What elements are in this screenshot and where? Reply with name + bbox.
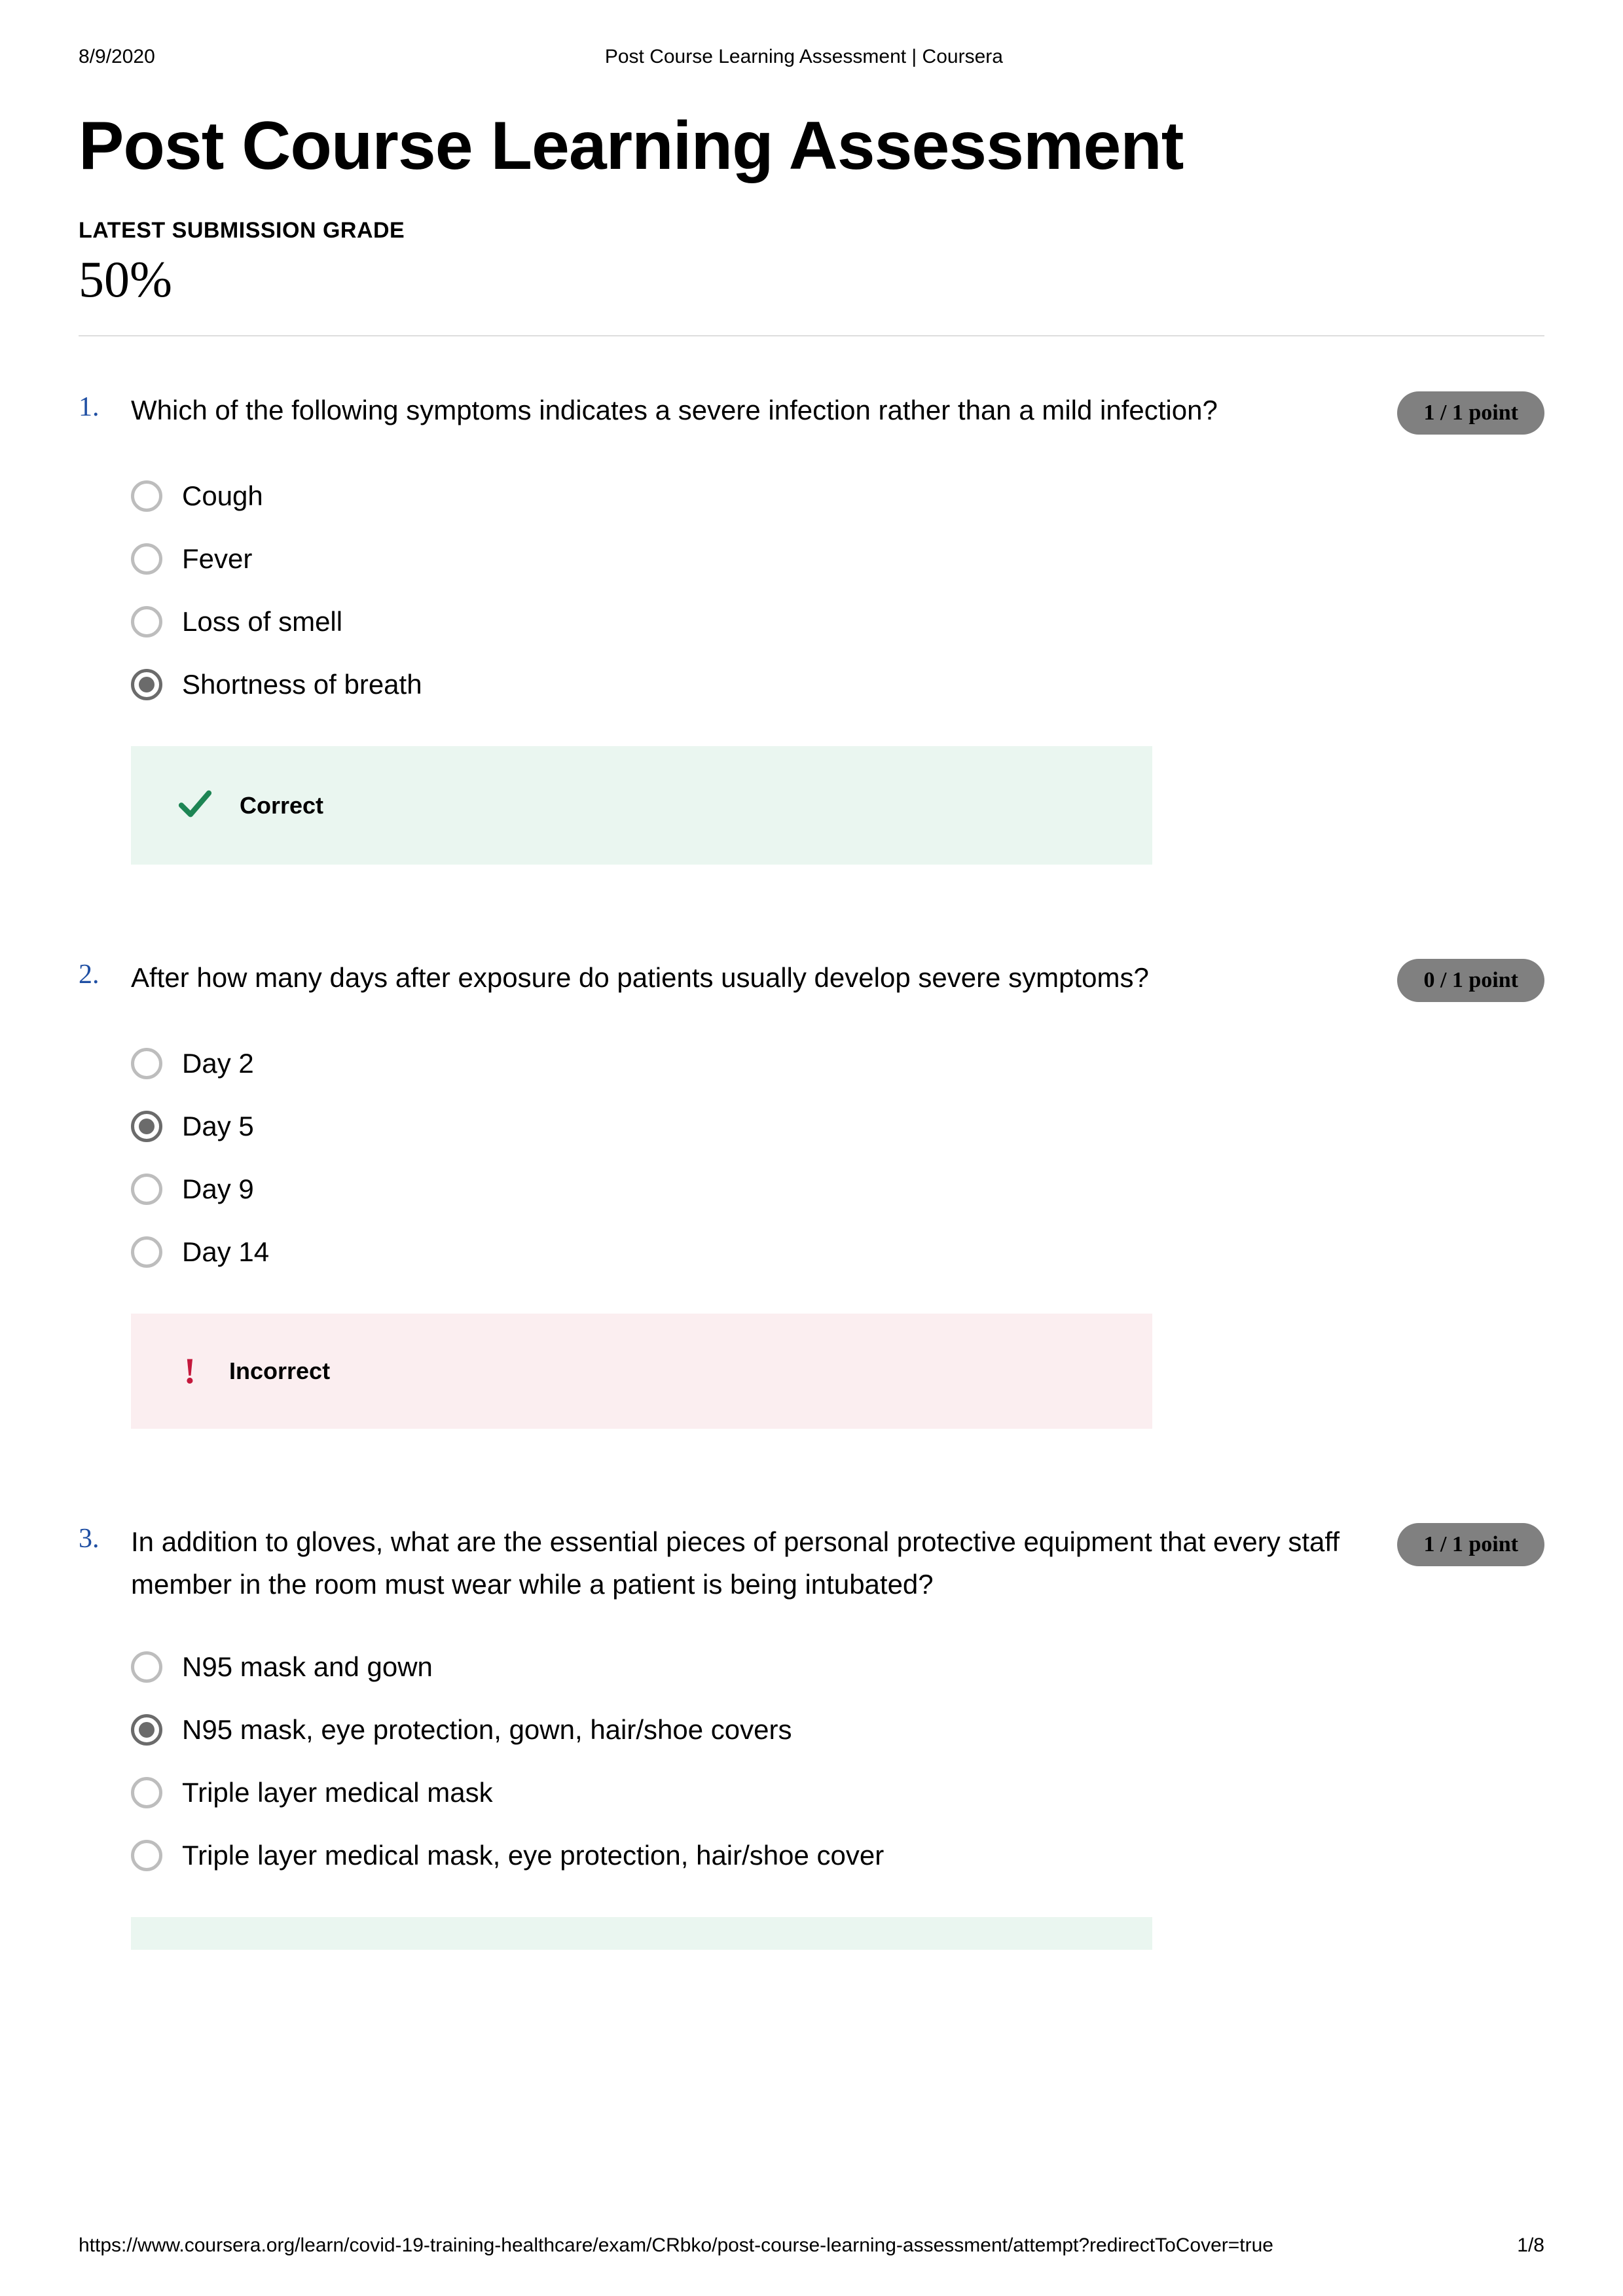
option-label: Loss of smell <box>182 606 342 637</box>
divider <box>79 335 1544 336</box>
option-label: Triple layer medical mask, eye protectio… <box>182 1840 884 1871</box>
option[interactable]: Day 5 <box>131 1111 1544 1142</box>
radio-icon[interactable] <box>131 1174 162 1205</box>
feedback-label: Incorrect <box>229 1357 330 1385</box>
points-badge: 1 / 1 point <box>1397 1523 1544 1566</box>
option-label: Cough <box>182 480 263 512</box>
feedback-banner: ! Incorrect <box>131 1314 1152 1429</box>
option[interactable]: Day 9 <box>131 1174 1544 1205</box>
option[interactable]: Triple layer medical mask, eye protectio… <box>131 1840 1544 1871</box>
option[interactable]: Loss of smell <box>131 606 1544 637</box>
print-footer: https://www.coursera.org/learn/covid-19-… <box>79 2234 1544 2257</box>
option[interactable]: Fever <box>131 543 1544 575</box>
print-title: Post Course Learning Assessment | Course… <box>155 46 1453 68</box>
radio-icon[interactable] <box>131 669 162 700</box>
option[interactable]: N95 mask and gown <box>131 1651 1544 1683</box>
footer-url: https://www.coursera.org/learn/covid-19-… <box>79 2234 1273 2257</box>
feedback-label: Correct <box>240 792 323 819</box>
radio-icon[interactable] <box>131 606 162 637</box>
question-prompt: After how many days after exposure do pa… <box>131 956 1371 999</box>
option-label: Day 2 <box>182 1048 254 1079</box>
option-label: N95 mask and gown <box>182 1651 433 1683</box>
option-label: Day 9 <box>182 1174 254 1205</box>
feedback-banner: Correct <box>131 746 1152 865</box>
question-number: 3. <box>79 1520 131 1950</box>
option-label: Triple layer medical mask <box>182 1777 493 1808</box>
radio-icon[interactable] <box>131 1651 162 1683</box>
radio-icon[interactable] <box>131 1840 162 1871</box>
option-label: N95 mask, eye protection, gown, hair/sho… <box>182 1714 792 1746</box>
radio-icon[interactable] <box>131 480 162 512</box>
option-label: Day 14 <box>182 1236 269 1268</box>
option-list: Day 2 Day 5 Day 9 Day 14 <box>131 1048 1544 1268</box>
option-label: Day 5 <box>182 1111 254 1142</box>
question-number: 1. <box>79 389 131 865</box>
radio-icon[interactable] <box>131 1236 162 1268</box>
points-badge: 0 / 1 point <box>1397 959 1544 1002</box>
question: 3.In addition to gloves, what are the es… <box>79 1520 1544 1950</box>
question-prompt: Which of the following symptoms indicate… <box>131 389 1371 431</box>
grade-value: 50% <box>79 250 1544 309</box>
option[interactable]: Triple layer medical mask <box>131 1777 1544 1808</box>
option-list: N95 mask and gown N95 mask, eye protectio… <box>131 1651 1544 1871</box>
option[interactable]: Day 2 <box>131 1048 1544 1079</box>
option-list: Cough Fever Loss of smell Shortness of brea… <box>131 480 1544 700</box>
radio-icon[interactable] <box>131 1111 162 1142</box>
option[interactable]: Day 14 <box>131 1236 1544 1268</box>
points-badge: 1 / 1 point <box>1397 391 1544 435</box>
print-date: 8/9/2020 <box>79 46 155 68</box>
grade-label: LATEST SUBMISSION GRADE <box>79 218 1544 243</box>
question-prompt: In addition to gloves, what are the esse… <box>131 1520 1371 1605</box>
check-icon <box>177 785 213 825</box>
question: 2.After how many days after exposure do … <box>79 956 1544 1429</box>
option[interactable]: Cough <box>131 480 1544 512</box>
radio-icon[interactable] <box>131 543 162 575</box>
option-label: Shortness of breath <box>182 669 422 700</box>
question: 1.Which of the following symptoms indica… <box>79 389 1544 865</box>
option[interactable]: Shortness of breath <box>131 669 1544 700</box>
radio-icon[interactable] <box>131 1714 162 1746</box>
option-label: Fever <box>182 543 252 575</box>
exclamation-icon: ! <box>177 1353 203 1390</box>
print-header: 8/9/2020 Post Course Learning Assessment… <box>79 46 1544 68</box>
page-indicator: 1/8 <box>1517 2234 1544 2257</box>
radio-icon[interactable] <box>131 1048 162 1079</box>
feedback-banner <box>131 1917 1152 1950</box>
question-number: 2. <box>79 956 131 1429</box>
page-title: Post Course Learning Assessment <box>79 107 1544 185</box>
option[interactable]: N95 mask, eye protection, gown, hair/sho… <box>131 1714 1544 1746</box>
radio-icon[interactable] <box>131 1777 162 1808</box>
